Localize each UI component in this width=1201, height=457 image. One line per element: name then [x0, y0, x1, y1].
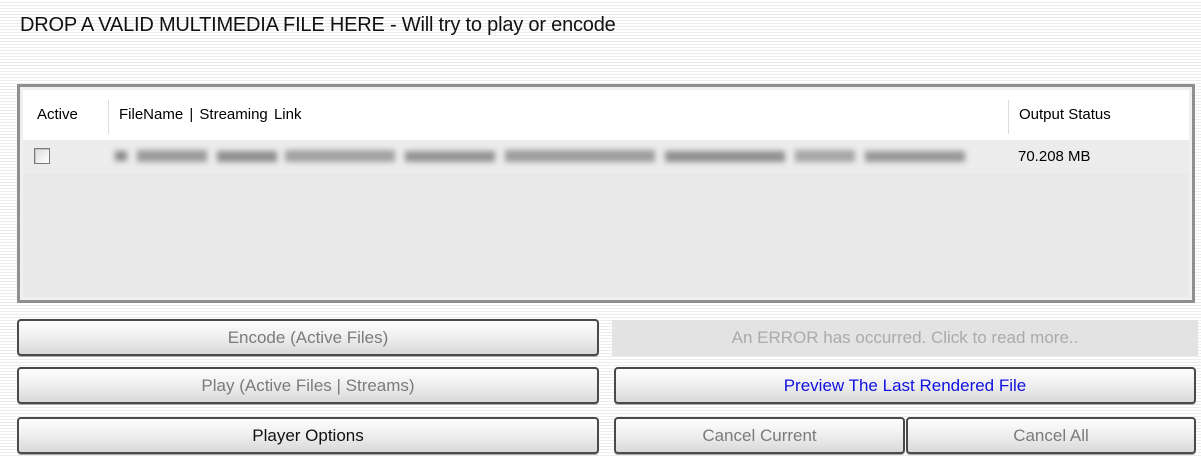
filename-blurred: [115, 147, 973, 165]
column-divider: [1008, 100, 1009, 134]
preview-last-rendered-button[interactable]: Preview The Last Rendered File: [614, 367, 1196, 404]
column-header-active[interactable]: Active: [37, 90, 78, 140]
output-status-value: 70.208 MB: [1018, 148, 1091, 165]
list-header: Active FileName | Streaming Link Output …: [23, 90, 1189, 141]
encode-button[interactable]: Encode (Active Files): [17, 319, 599, 356]
active-checkbox[interactable]: [34, 148, 50, 164]
file-row[interactable]: 70.208 MB: [23, 140, 1189, 174]
file-list-body: Active FileName | Streaming Link Output …: [23, 90, 1189, 297]
file-list[interactable]: Active FileName | Streaming Link Output …: [17, 84, 1195, 303]
column-divider: [108, 100, 109, 134]
cancel-current-button[interactable]: Cancel Current: [614, 417, 905, 454]
player-options-button[interactable]: Player Options: [17, 417, 599, 454]
blurred-filename-graphic: [115, 150, 965, 162]
play-button[interactable]: Play (Active Files | Streams): [17, 367, 599, 404]
column-header-output-status[interactable]: Output Status: [1019, 90, 1111, 140]
error-message-link[interactable]: An ERROR has occurred. Click to read mor…: [612, 320, 1198, 356]
drop-zone-title: DROP A VALID MULTIMEDIA FILE HERE - Will…: [20, 14, 616, 36]
column-header-filename[interactable]: FileName | Streaming Link: [119, 90, 301, 140]
cancel-all-button[interactable]: Cancel All: [906, 417, 1196, 454]
